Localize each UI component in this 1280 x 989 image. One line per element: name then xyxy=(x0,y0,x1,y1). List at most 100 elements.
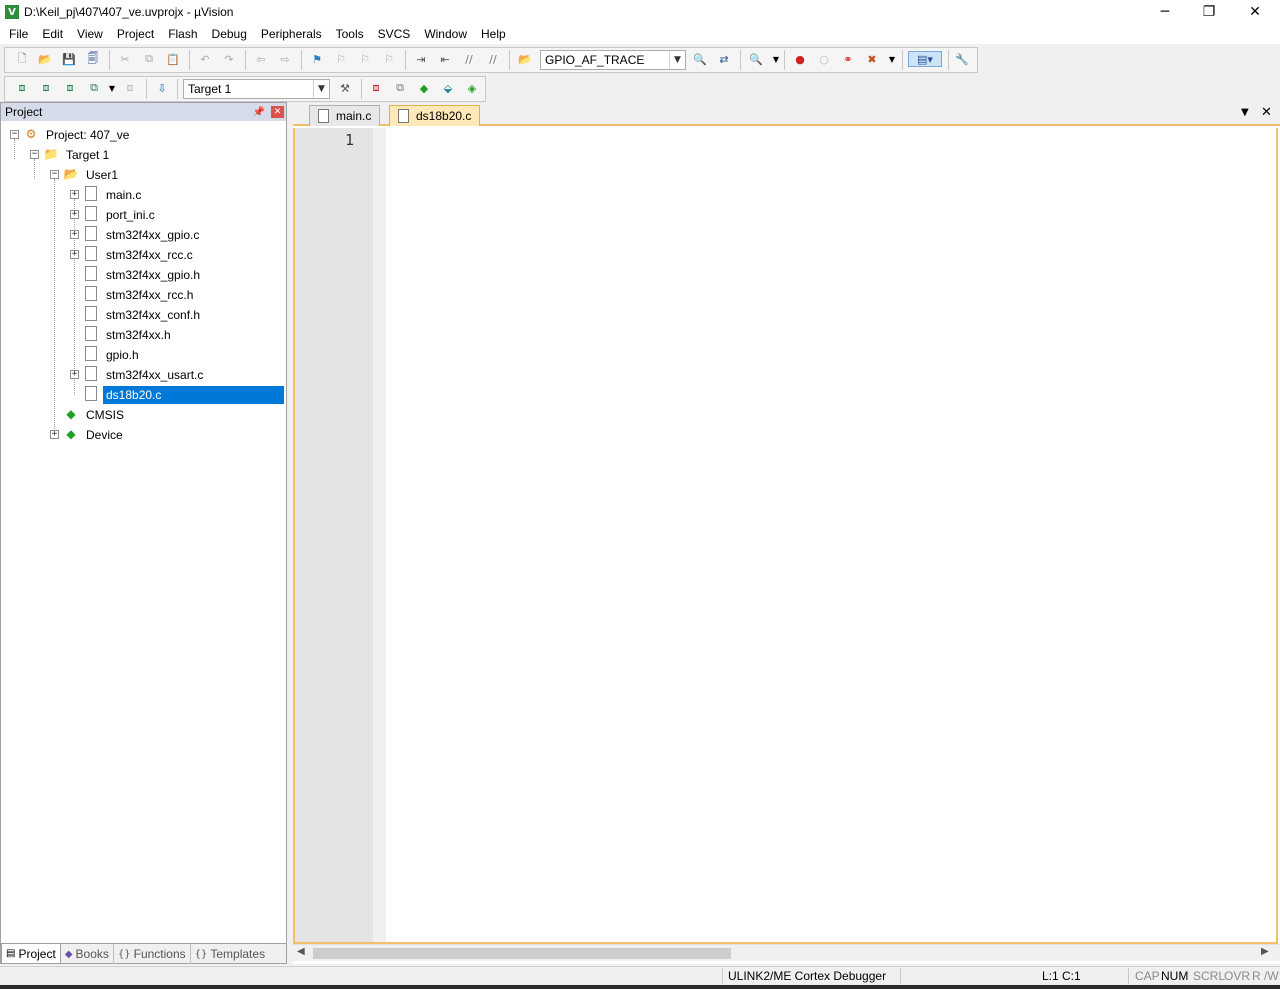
download-load-icon[interactable]: ⇩ xyxy=(154,80,170,96)
kill-breakpoints-icon[interactable]: ✖ xyxy=(864,51,880,67)
collapse-toggle[interactable]: − xyxy=(30,150,39,159)
expand-toggle[interactable]: + xyxy=(50,430,59,439)
menu-tools[interactable]: Tools xyxy=(329,24,371,44)
tree-item-file[interactable]: stm32f4xx_gpio.h xyxy=(1,265,286,285)
chevron-down-icon[interactable]: ▼ xyxy=(768,51,784,67)
clear-bookmarks-icon[interactable]: ⚐ xyxy=(381,51,397,67)
batch-build-icon[interactable]: ⧉ xyxy=(86,80,102,96)
tree-item-file[interactable]: stm32f4xx_conf.h xyxy=(1,305,286,325)
close-tab-icon[interactable]: ✕ xyxy=(1261,105,1272,120)
scrollbar-thumb[interactable] xyxy=(313,948,731,959)
copy-icon[interactable]: ⧉ xyxy=(141,51,157,67)
menu-view[interactable]: View xyxy=(70,24,110,44)
chevron-down-icon[interactable]: ▼ xyxy=(104,80,120,96)
find-in-files-icon[interactable]: 📂 xyxy=(517,51,533,67)
tree-item-file-selected[interactable]: ds18b20.c xyxy=(1,385,286,405)
navigate-forward-icon[interactable]: ⇨ xyxy=(277,51,293,67)
open-folder-icon[interactable]: 📂 xyxy=(37,51,53,67)
expand-toggle[interactable]: + xyxy=(70,230,79,239)
tree-item-file[interactable]: stm32f4xx.h xyxy=(1,325,286,345)
options-for-target-icon[interactable]: ⚒ xyxy=(337,80,353,96)
find-combo[interactable]: GPIO_AF_TRACE ▼ xyxy=(540,50,686,70)
menu-window[interactable]: Window xyxy=(417,24,474,44)
panel-close-icon[interactable]: ✕ xyxy=(271,106,284,118)
prev-bookmark-icon[interactable]: ⚐ xyxy=(333,51,349,67)
menu-flash[interactable]: Flash xyxy=(161,24,204,44)
translate-icon[interactable]: ⧈ xyxy=(14,80,30,96)
pack-installer-icon[interactable]: ◈ xyxy=(464,80,480,96)
tree-item-file[interactable]: stm32f4xx_rcc.h xyxy=(1,285,286,305)
restore-button[interactable]: ❐ xyxy=(1186,0,1232,24)
bookmark-icon[interactable]: ⚑ xyxy=(309,51,325,67)
tree-item-project-root[interactable]: − ⚙ Project: 407_ve xyxy=(1,125,286,145)
next-bookmark-icon[interactable]: ⚐ xyxy=(357,51,373,67)
tree-item-group-user1[interactable]: − 📂 User1 xyxy=(1,165,286,185)
tree-item-file[interactable]: + main.c xyxy=(1,185,286,205)
chevron-down-icon[interactable]: ▼ xyxy=(313,80,329,98)
find-icon[interactable]: 🔍 xyxy=(692,51,708,67)
tab-list-dropdown-icon[interactable]: ▼ xyxy=(1241,107,1249,118)
editor-tab-ds18b20-c[interactable]: ds18b20.c xyxy=(389,105,481,126)
stop-build-icon[interactable]: ⧈ xyxy=(122,80,138,96)
tree-item-file[interactable]: + port_ini.c xyxy=(1,205,286,225)
breakpoint-icon[interactable]: ● xyxy=(792,51,808,67)
incremental-find-icon[interactable]: ⇄ xyxy=(716,51,732,67)
save-icon[interactable]: 💾 xyxy=(61,51,77,67)
window-layout-icon[interactable]: ▤▾ xyxy=(908,51,942,67)
tree-item-file[interactable]: + stm32f4xx_gpio.c xyxy=(1,225,286,245)
new-file-icon[interactable]: 🗋 xyxy=(14,51,30,67)
rebuild-icon[interactable]: ⧈ xyxy=(62,80,78,96)
configure-icon[interactable]: 🔧 xyxy=(954,51,970,67)
manage-run-time-env-icon[interactable]: ◆ xyxy=(416,80,432,96)
tree-item-cmsis[interactable]: ◆ CMSIS xyxy=(1,405,286,425)
chevron-down-icon[interactable]: ▼ xyxy=(669,51,685,69)
tab-functions[interactable]: {} Functions xyxy=(114,944,191,964)
close-window-button[interactable]: ✕ xyxy=(1232,0,1278,24)
pin-icon[interactable]: 📌 xyxy=(253,105,265,119)
minimize-button[interactable]: ─ xyxy=(1142,0,1188,24)
uncomment-icon[interactable]: // xyxy=(485,51,501,67)
disable-breakpoint-icon[interactable]: ○ xyxy=(816,51,832,67)
editor-tab-main-c[interactable]: main.c xyxy=(309,105,381,126)
comment-icon[interactable]: // xyxy=(461,51,477,67)
expand-toggle[interactable]: + xyxy=(70,250,79,259)
tree-item-file[interactable]: gpio.h xyxy=(1,345,286,365)
redo-icon[interactable]: ↷ xyxy=(221,51,237,67)
tree-item-file[interactable]: + stm32f4xx_usart.c xyxy=(1,365,286,385)
paste-icon[interactable]: 📋 xyxy=(165,51,181,67)
select-packs-icon[interactable]: ⬙ xyxy=(440,80,456,96)
collapse-toggle[interactable]: − xyxy=(50,170,59,179)
cut-icon[interactable]: ✂ xyxy=(117,51,133,67)
code-editor[interactable]: 1 xyxy=(293,128,1278,944)
target-select[interactable]: Target 1 ▼ xyxy=(183,79,330,99)
expand-toggle[interactable]: + xyxy=(70,190,79,199)
horizontal-scrollbar[interactable]: ◀ ▶ xyxy=(293,944,1280,961)
save-all-icon[interactable]: 🗐 xyxy=(85,51,101,67)
menu-help[interactable]: Help xyxy=(474,24,513,44)
chevron-down-icon[interactable]: ▼ xyxy=(884,51,900,67)
menu-project[interactable]: Project xyxy=(110,24,161,44)
collapse-toggle[interactable]: − xyxy=(10,130,19,139)
undo-icon[interactable]: ↶ xyxy=(197,51,213,67)
scroll-right-arrow-icon[interactable]: ▶ xyxy=(1261,946,1269,957)
menu-peripherals[interactable]: Peripherals xyxy=(254,24,329,44)
menu-file[interactable]: File xyxy=(2,24,35,44)
tab-project[interactable]: ▤ Project xyxy=(1,944,61,964)
file-extensions-icon[interactable]: ⧈ xyxy=(368,80,384,96)
navigate-back-icon[interactable]: ⇦ xyxy=(253,51,269,67)
tab-books[interactable]: ◆ Books xyxy=(61,944,114,964)
unindent-icon[interactable]: ⇤ xyxy=(437,51,453,67)
tree-item-file[interactable]: + stm32f4xx_rcc.c xyxy=(1,245,286,265)
build-icon[interactable]: ⧈ xyxy=(38,80,54,96)
expand-toggle[interactable]: + xyxy=(70,210,79,219)
tab-templates[interactable]: {} Templates xyxy=(191,944,269,964)
manage-project-items-icon[interactable]: ⧉ xyxy=(392,80,408,96)
scroll-left-arrow-icon[interactable]: ◀ xyxy=(297,946,305,957)
expand-toggle[interactable]: + xyxy=(70,370,79,379)
tree-item-device[interactable]: + ◆ Device xyxy=(1,425,286,445)
indent-icon[interactable]: ⇥ xyxy=(413,51,429,67)
disable-all-breakpoints-icon[interactable]: ⚭ xyxy=(840,51,856,67)
debug-session-icon[interactable]: 🔍 xyxy=(748,51,764,67)
menu-edit[interactable]: Edit xyxy=(35,24,70,44)
tree-item-target[interactable]: − 📁 Target 1 xyxy=(1,145,286,165)
